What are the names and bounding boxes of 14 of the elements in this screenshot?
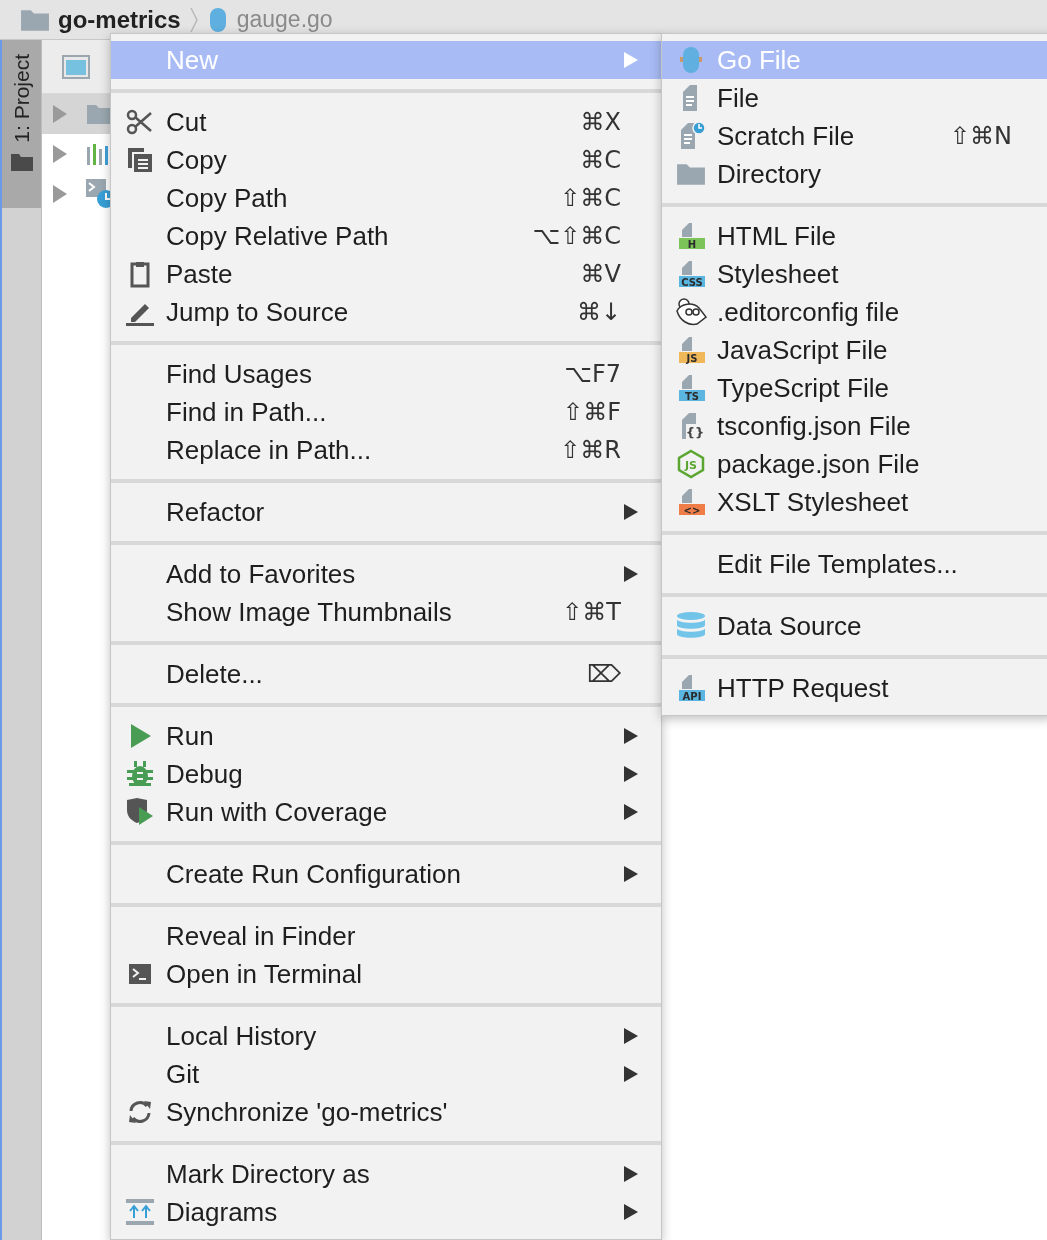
shortcut-label: ⌘↓ — [576, 298, 621, 326]
shortcut-label: ⌘C — [580, 146, 621, 174]
shortcut-label: ⌦ — [587, 660, 621, 688]
tool-window-label: 1: Project — [9, 54, 34, 143]
shortcut-label: ⇧⌘C — [560, 184, 621, 212]
shortcut-label: ⇧⌘T — [562, 598, 621, 626]
shortcut-label: ⇧⌘F — [563, 398, 621, 426]
shortcut-label: ⌥F7 — [564, 360, 621, 388]
shortcut-label: ⇧⌘R — [560, 436, 621, 464]
shortcut-label: ⌘X — [580, 108, 621, 136]
shortcut-label: ⌥⇧⌘C — [532, 222, 621, 250]
shortcut-label: ⌘V — [580, 260, 621, 288]
hexagon-icon: JS — [675, 449, 706, 479]
shortcut-label: ⇧⌘N — [949, 122, 1012, 150]
